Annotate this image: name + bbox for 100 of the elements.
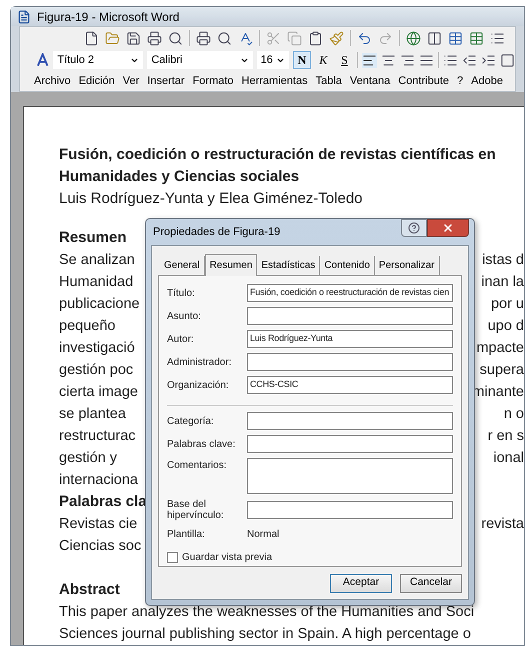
indent-icon[interactable] <box>481 52 496 68</box>
dialog-tab[interactable]: Resumen <box>204 254 258 276</box>
outdent-icon[interactable] <box>462 52 477 68</box>
body-text: por u <box>490 295 524 314</box>
body-text: internaciona <box>59 471 138 490</box>
globe-icon[interactable] <box>406 30 421 46</box>
size-dropdown[interactable]: 16 <box>256 51 290 69</box>
checkbox-label: Guardar vista previa <box>182 551 272 565</box>
columns-icon[interactable] <box>427 30 442 46</box>
menu-item[interactable]: Adobe <box>471 72 503 90</box>
field-label: Autor: <box>167 334 195 344</box>
menu-item[interactable]: Contribute <box>398 72 450 90</box>
field-label: Título: <box>167 288 196 298</box>
list-icon[interactable] <box>490 30 505 46</box>
italic-button[interactable]: K <box>314 51 332 69</box>
body-text: This paper analyzes the weaknesses of the Humanities and Soci <box>59 603 474 622</box>
printer-icon[interactable] <box>147 30 162 46</box>
body-text: supera <box>480 361 524 380</box>
body-text: gestión poc <box>59 361 134 380</box>
bullets-icon[interactable] <box>443 52 458 68</box>
body-text: gestión y <box>59 449 118 468</box>
style-icon[interactable] <box>36 53 50 67</box>
body-text: revista <box>481 515 524 534</box>
section-heading: Resumen <box>59 229 127 246</box>
body-text: istas d <box>482 251 524 270</box>
text-field[interactable]: Luis Rodríguez-Yunta <box>247 330 453 348</box>
body-text: restructurac <box>59 427 136 446</box>
close-icon <box>442 222 454 234</box>
font-dropdown[interactable]: Calibri <box>147 51 253 69</box>
table-icon[interactable] <box>448 30 463 46</box>
field-label: Organización: <box>167 380 230 390</box>
body-text: cierta image <box>59 383 138 402</box>
body-text: n o <box>504 405 524 424</box>
menu-item[interactable]: Ver <box>122 72 140 90</box>
section-heading: Abstract <box>59 581 120 598</box>
field-label: Administrador: <box>167 356 232 368</box>
word-icon <box>17 10 31 24</box>
menu-item[interactable]: Formato <box>192 72 234 90</box>
body-text: pequeño <box>59 317 116 336</box>
undo-icon[interactable] <box>357 30 372 46</box>
text-field[interactable] <box>247 353 453 371</box>
text-field[interactable] <box>247 435 453 453</box>
underline-button[interactable]: S <box>336 51 354 69</box>
body-text: mpacte <box>476 339 524 358</box>
comments-field[interactable] <box>247 458 453 494</box>
format-painter-icon[interactable] <box>329 30 344 46</box>
text-field[interactable] <box>247 501 453 519</box>
body-text: se plantea <box>59 405 126 424</box>
body-text: inan la <box>481 273 524 292</box>
window-title: Figura-19 - Microsoft Word <box>37 8 180 26</box>
field-label: Categoría: <box>167 416 215 426</box>
spreadsheet-icon[interactable] <box>469 30 484 46</box>
menu-item[interactable]: Tabla <box>316 72 342 90</box>
field-label: Palabras clave: <box>167 438 236 450</box>
body-text: Humanidad <box>59 273 134 292</box>
field-label: Asunto: <box>167 310 202 322</box>
print-icon[interactable] <box>196 30 211 46</box>
body-text: r en s <box>488 427 524 446</box>
preview-icon[interactable] <box>168 30 183 46</box>
field-label: Base del hipervínculo: <box>167 499 225 521</box>
field-label: Comentarios: <box>167 459 228 473</box>
document-authors: Luis Rodríguez-Yunta y Elea Giménez-Toledo <box>59 189 364 209</box>
help-button[interactable] <box>401 219 427 237</box>
align-left-icon[interactable] <box>362 52 378 68</box>
body-text: Ciencias soc <box>59 537 142 556</box>
body-text: upo d <box>488 317 524 336</box>
body-text: investigació <box>59 339 135 358</box>
menu-item[interactable]: Archivo <box>34 72 71 90</box>
dialog-button[interactable]: Cancelar <box>400 574 462 592</box>
align-center-icon[interactable] <box>381 52 396 68</box>
menu-item[interactable]: Insertar <box>147 72 185 90</box>
help-icon <box>408 222 420 234</box>
new-document-icon[interactable] <box>84 30 99 46</box>
open-folder-icon[interactable] <box>105 30 120 46</box>
justify-icon[interactable] <box>419 52 434 68</box>
border-icon[interactable] <box>500 52 515 68</box>
menu-item[interactable]: ? <box>457 72 464 90</box>
save-icon[interactable] <box>126 30 141 46</box>
style-dropdown[interactable]: Título 2 <box>53 51 144 69</box>
align-right-icon[interactable] <box>400 52 416 68</box>
menu-item[interactable]: Ventana <box>350 72 390 90</box>
body-text: Se analizan <box>59 251 135 270</box>
checkbox[interactable] <box>167 552 178 563</box>
menu-item[interactable]: Herramientas <box>242 72 308 90</box>
field-label: Plantilla: <box>167 528 206 542</box>
paste-icon[interactable] <box>308 30 323 46</box>
dialog-button[interactable]: Aceptar <box>330 574 392 592</box>
text-field[interactable] <box>247 412 453 430</box>
text-field[interactable] <box>247 307 453 325</box>
body-text: publicacione <box>59 295 140 314</box>
close-button[interactable] <box>427 219 469 237</box>
text-field[interactable]: CCHS-CSIC <box>247 376 453 394</box>
print-preview-icon[interactable] <box>217 30 232 46</box>
body-text: ional <box>493 449 524 468</box>
document-title: Fusión, coedición o restructuración de revistas científicas en Humanidades y Ciencias sociales <box>59 145 497 187</box>
text-field[interactable]: Fusión, coedición o reestructuración de revistas cien <box>247 284 453 302</box>
bold-button[interactable]: N <box>293 51 311 69</box>
body-text: Sciences journal publishing sector in Spain. A high percentage o <box>59 625 471 644</box>
template-value: Normal <box>247 528 280 542</box>
menu-item[interactable]: Edición <box>78 72 115 90</box>
